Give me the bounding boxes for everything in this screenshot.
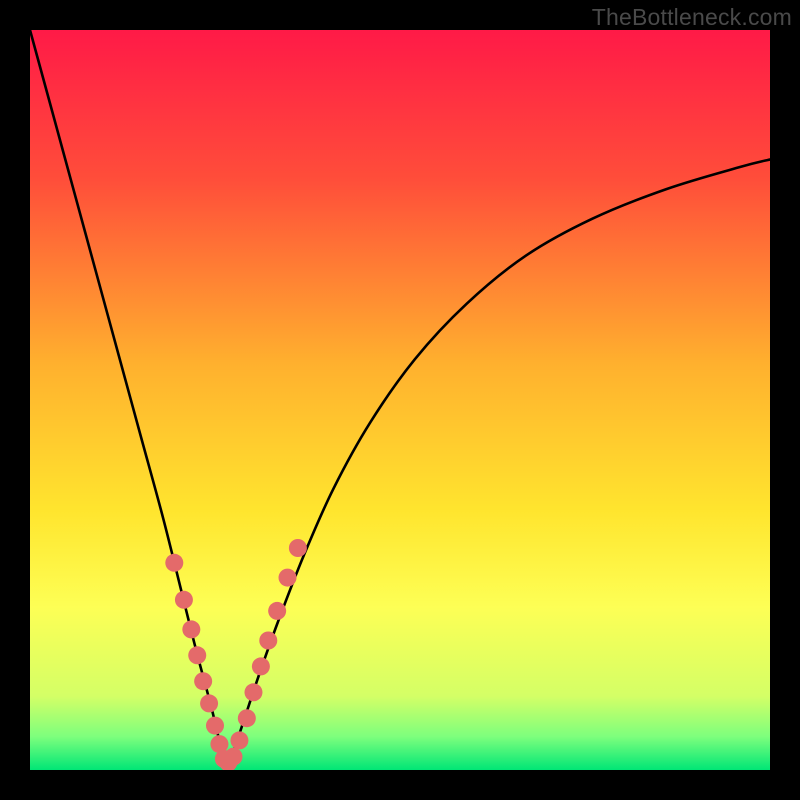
plot-area bbox=[30, 30, 770, 770]
sample-point bbox=[200, 694, 218, 712]
sample-point bbox=[165, 554, 183, 572]
sample-point bbox=[289, 539, 307, 557]
gradient-background bbox=[30, 30, 770, 770]
sample-point bbox=[268, 602, 286, 620]
bottleneck-chart bbox=[30, 30, 770, 770]
sample-point bbox=[238, 709, 256, 727]
sample-point bbox=[252, 657, 270, 675]
sample-point bbox=[182, 620, 200, 638]
sample-point bbox=[279, 569, 297, 587]
sample-point bbox=[230, 731, 248, 749]
sample-point bbox=[175, 591, 193, 609]
sample-point bbox=[206, 717, 224, 735]
sample-point bbox=[194, 672, 212, 690]
sample-point bbox=[259, 632, 277, 650]
chart-container: TheBottleneck.com bbox=[0, 0, 800, 800]
sample-point bbox=[244, 683, 262, 701]
sample-point bbox=[188, 646, 206, 664]
watermark-text: TheBottleneck.com bbox=[592, 4, 792, 31]
sample-point bbox=[225, 748, 243, 766]
